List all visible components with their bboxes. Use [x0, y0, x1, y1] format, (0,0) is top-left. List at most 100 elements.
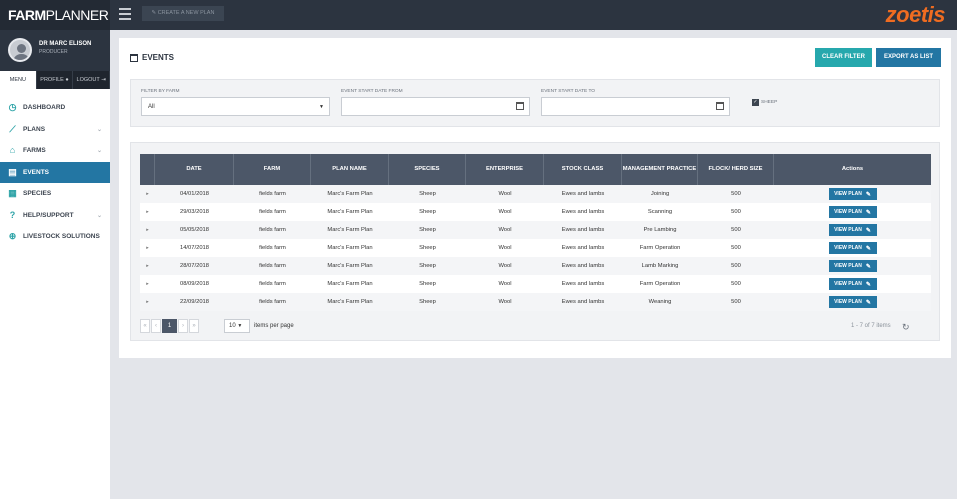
view-plan-button[interactable]: VIEW PLAN ✎: [828, 206, 877, 218]
column-header[interactable]: Actions: [774, 154, 931, 185]
view-plan-label: VIEW PLAN: [834, 227, 862, 233]
items-per-page-select[interactable]: 10 ▼: [224, 319, 250, 333]
expand-row-icon[interactable]: ▸: [140, 293, 155, 311]
prev-page-button[interactable]: ‹: [151, 319, 161, 333]
chevron-down-icon[interactable]: ⌄: [97, 212, 102, 219]
refresh-icon[interactable]: ↻: [902, 322, 910, 333]
brand-bold: FARM: [8, 7, 46, 23]
table-row: ▸ 28/07/2018 fields farm Marc's Farm Plan Sh…: [140, 257, 931, 275]
sidebar-item-label: SPECIES: [23, 190, 52, 198]
chevron-down-icon[interactable]: ⌄: [97, 147, 102, 154]
tab-logout[interactable]: LOGOUT ⇥: [73, 71, 111, 89]
create-plan-button[interactable]: ✎ CREATE A NEW PLAN: [142, 6, 224, 21]
view-plan-button[interactable]: VIEW PLAN ✎: [828, 224, 877, 236]
expand-column-header: [140, 154, 155, 185]
table-cell: Ewes and lambs: [561, 227, 605, 233]
actions-cell: VIEW PLAN ✎: [774, 203, 931, 221]
clear-filter-button[interactable]: CLEAR FILTER: [815, 48, 872, 67]
view-plan-button[interactable]: VIEW PLAN ✎: [828, 278, 877, 290]
items-per-page-value: 10: [229, 323, 236, 329]
expand-row-icon[interactable]: ▸: [140, 257, 155, 275]
table-cell: Ewes and lambs: [561, 245, 605, 251]
farm-filter-select[interactable]: All ▼: [141, 97, 330, 116]
column-header[interactable]: SPECIES: [389, 154, 466, 185]
table-cell: fields farm: [259, 227, 286, 233]
caret-down-icon: ▼: [237, 323, 243, 329]
column-header[interactable]: STOCK CLASS: [544, 154, 622, 185]
tab-menu[interactable]: MENU: [0, 71, 37, 89]
actions-cell: VIEW PLAN ✎: [774, 239, 931, 257]
export-list-button[interactable]: EXPORT AS LIST: [876, 48, 941, 67]
table-cell: Ewes and lambs: [561, 281, 605, 287]
table-cell: fields farm: [259, 299, 286, 305]
date-to-input[interactable]: [541, 97, 730, 116]
view-plan-label: VIEW PLAN: [834, 245, 862, 251]
expand-row-icon[interactable]: ▸: [140, 221, 155, 239]
table-cell: Farm Operation: [639, 245, 681, 251]
table-cell: 04/01/2018: [179, 191, 209, 197]
table-cell: Weaning: [648, 299, 672, 305]
expand-row-icon[interactable]: ▸: [140, 203, 155, 221]
column-header[interactable]: MANAGEMENT PRACTICE: [622, 154, 698, 185]
sidebar-item-livestock-solutions[interactable]: ⊕ LIVESTOCK SOLUTIONS: [0, 226, 110, 248]
expand-row-icon[interactable]: ▸: [140, 275, 155, 293]
view-plan-button[interactable]: VIEW PLAN ✎: [828, 242, 877, 254]
date-from-label: EVENT START DATE FROM: [341, 89, 403, 94]
table-cell: Marc's Farm Plan: [327, 227, 373, 233]
table-cell: Marc's Farm Plan: [327, 263, 373, 269]
table-row: ▸ 14/07/2018 fields farm Marc's Farm Plan Sh…: [140, 239, 931, 257]
page-title: EVENTS: [130, 53, 174, 62]
table-cell: 29/03/2018: [179, 209, 209, 215]
sidebar-item-farms[interactable]: ⌂ FARMS ⌄: [0, 140, 110, 162]
table-cell: 500: [731, 227, 741, 233]
column-header[interactable]: FLOCK/ HERD SIZE: [698, 154, 774, 185]
column-header[interactable]: FARM: [234, 154, 311, 185]
tab-profile[interactable]: PROFILE ●: [37, 71, 74, 89]
profile-label: PROFILE: [40, 77, 64, 83]
expand-row-icon[interactable]: ▸: [140, 239, 155, 257]
table-cell: Marc's Farm Plan: [327, 245, 373, 251]
table-cell: Marc's Farm Plan: [327, 299, 373, 305]
date-to-label: EVENT START DATE TO: [541, 89, 596, 94]
next-page-button[interactable]: ›: [178, 319, 188, 333]
avatar: [8, 38, 32, 62]
view-plan-button[interactable]: VIEW PLAN ✎: [828, 188, 877, 200]
sidebar-item-label: DASHBOARD: [23, 104, 66, 112]
table-cell: 05/05/2018: [179, 227, 209, 233]
expand-row-icon[interactable]: ▸: [140, 185, 155, 203]
view-plan-label: VIEW PLAN: [834, 209, 862, 215]
date-picker-icon[interactable]: [716, 102, 724, 110]
table-cell: Scanning: [647, 209, 673, 215]
table-cell: 500: [731, 209, 741, 215]
current-page-button[interactable]: 1: [162, 319, 177, 333]
column-header[interactable]: ENTERPRISE: [466, 154, 544, 185]
first-page-button[interactable]: «: [140, 319, 150, 333]
pagination: « ‹ 1 › »: [140, 319, 200, 333]
sidebar: DR MARC ELISON PRODUCER MENU PROFILE ● L…: [0, 30, 111, 499]
logout-icon: ⇥: [101, 77, 106, 83]
table-row: ▸ 04/01/2018 fields farm Marc's Farm Plan Sh…: [140, 185, 931, 203]
logout-label: LOGOUT: [76, 77, 100, 83]
last-page-button[interactable]: »: [189, 319, 199, 333]
actions-cell: VIEW PLAN ✎: [774, 185, 931, 203]
chevron-down-icon[interactable]: ⌄: [97, 126, 102, 133]
table-cell: 22/09/2018: [179, 299, 209, 305]
hamburger-menu-icon[interactable]: [119, 8, 131, 20]
view-plan-label: VIEW PLAN: [834, 191, 862, 197]
chart-icon: ⟋: [9, 123, 16, 134]
sidebar-item-help-support[interactable]: ? HELP/SUPPORT ⌄: [0, 205, 110, 227]
sheep-checkbox[interactable]: ✓: [752, 99, 759, 106]
column-header[interactable]: DATE: [155, 154, 234, 185]
sidebar-item-events[interactable]: ▤ EVENTS: [0, 161, 110, 183]
date-from-input[interactable]: [341, 97, 530, 116]
sidebar-item-species[interactable]: ▦ SPECIES: [0, 183, 110, 205]
date-picker-icon[interactable]: [516, 102, 524, 110]
table-row: ▸ 22/09/2018 fields farm Marc's Farm Plan Sh…: [140, 293, 931, 311]
view-plan-button[interactable]: VIEW PLAN ✎: [828, 260, 877, 272]
sidebar-item-dashboard[interactable]: ◷ DASHBOARD: [0, 97, 110, 119]
sidebar-item-plans[interactable]: ⟋ PLANS ⌄: [0, 119, 110, 141]
pencil-icon: ✎: [151, 10, 157, 16]
app-logo[interactable]: FARMPLANNER: [0, 0, 110, 30]
column-header[interactable]: PLAN NAME: [311, 154, 389, 185]
view-plan-button[interactable]: VIEW PLAN ✎: [828, 296, 877, 308]
